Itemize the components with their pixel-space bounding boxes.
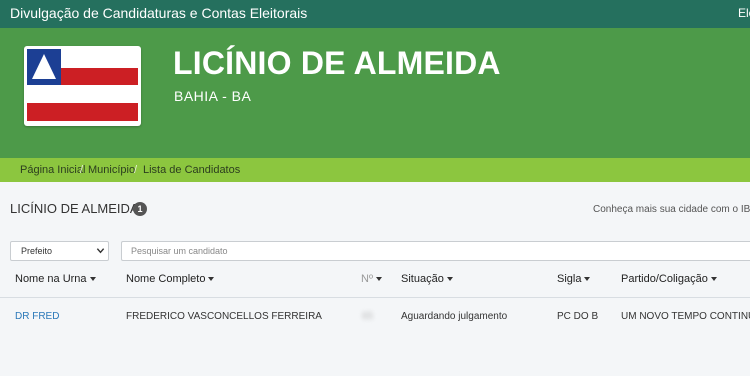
top-bar: Divulgação de Candidaturas e Contas Elei… — [0, 0, 750, 28]
candidate-party: PC DO B — [557, 311, 599, 322]
candidate-coalition: UM NOVO TEMPO CONTINUA — [621, 311, 750, 322]
site-title[interactable]: Divulgação de Candidaturas e Contas Elei… — [10, 5, 307, 21]
municipality-header: LICÍNIO DE ALMEIDA BAHIA - BA — [0, 28, 750, 158]
candidate-number: 65 — [362, 311, 374, 322]
column-header-coalition[interactable]: Partido/Coligação — [621, 273, 717, 285]
candidates-heading: LICÍNIO DE ALMEIDA - — [10, 201, 146, 216]
state-name: BAHIA - BA — [174, 88, 252, 104]
column-header-status[interactable]: Situação — [401, 273, 453, 285]
state-flag — [24, 46, 141, 126]
column-header-label: Nome na Urna — [15, 273, 87, 285]
column-header-label: Nº — [361, 273, 373, 285]
column-header-label: Partido/Coligação — [621, 273, 708, 285]
sort-caret-icon — [710, 277, 717, 282]
column-header-label: Sigla — [557, 273, 582, 285]
sort-caret-icon — [446, 277, 453, 282]
bahia-flag-icon — [27, 49, 138, 123]
candidate-status: Aguardando julgamento — [401, 311, 508, 322]
candidate-count-badge: 1 — [133, 202, 147, 216]
column-header-full-name[interactable]: Nome Completo — [126, 273, 215, 285]
top-bar-right-link[interactable]: Ele — [738, 6, 750, 20]
sort-caret-icon — [375, 277, 382, 282]
column-header-label: Nome Completo — [126, 273, 206, 285]
table-header-divider — [0, 297, 750, 298]
breadcrumb-separator: / — [80, 164, 84, 176]
sort-caret-icon — [208, 277, 215, 282]
candidate-full-name: FREDERICO VASCONCELLOS FERREIRA — [126, 311, 322, 322]
candidate-search-input[interactable] — [121, 241, 750, 261]
column-header-label: Situação — [401, 273, 444, 285]
breadcrumb-municipality[interactable]: Município — [88, 164, 135, 176]
sort-caret-icon — [89, 277, 96, 282]
column-header-party[interactable]: Sigla — [557, 273, 591, 285]
chevron-down-icon — [96, 246, 105, 257]
office-select[interactable]: Prefeito — [10, 241, 109, 261]
sort-caret-icon — [584, 277, 591, 282]
breadcrumb-home[interactable]: Página Inicial — [20, 164, 85, 176]
office-select-value: Prefeito — [21, 246, 53, 256]
city-name: LICÍNIO DE ALMEIDA — [173, 45, 501, 81]
breadcrumb-current: Lista de Candidatos — [143, 164, 241, 176]
column-header-number[interactable]: Nº — [361, 273, 382, 285]
ibge-link[interactable]: Conheça mais sua cidade com o IBGE — [593, 204, 750, 215]
breadcrumb: Página Inicial / Município / Lista de Ca… — [0, 158, 750, 182]
candidate-ballot-name-link[interactable]: DR FRED — [15, 311, 59, 322]
column-header-ballot-name[interactable]: Nome na Urna — [15, 273, 96, 285]
breadcrumb-separator: / — [134, 164, 138, 176]
